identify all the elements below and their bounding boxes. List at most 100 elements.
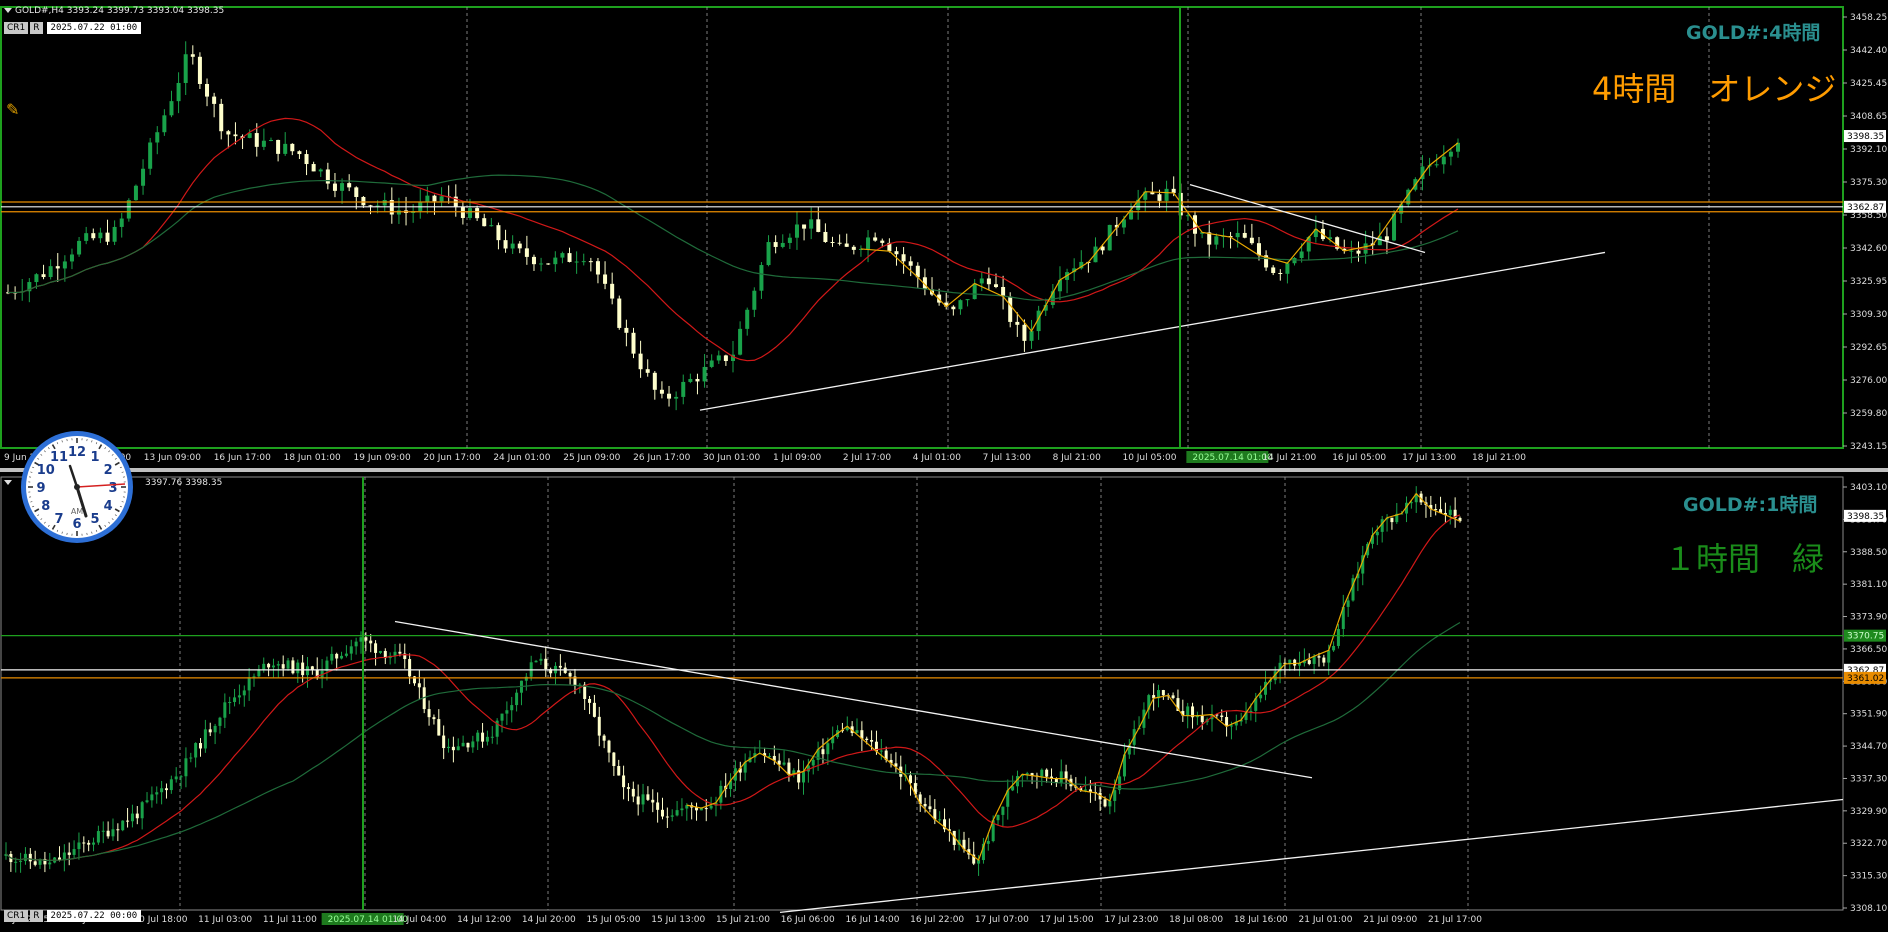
candle-body [581,261,586,263]
candle-body [437,719,441,736]
candle-body [160,788,164,793]
candle-body [865,738,869,741]
candle-body [1186,706,1190,716]
candle-body [276,139,281,154]
dropdown-triangle-icon[interactable] [4,480,12,485]
price-axis-label: 3342.60 [1850,244,1887,254]
clock-numeral: 9 [36,481,45,496]
candle-body [92,842,96,845]
candle-body [544,658,548,670]
candle-body [164,788,168,791]
price-axis-label: 3315.30 [1850,872,1887,882]
candle-body [709,360,714,367]
candle-body [485,736,489,742]
candle-body [291,660,295,674]
candle-body [1327,650,1331,663]
candle-body [534,660,538,663]
time-axis-label: 16 Jul 05:00 [1332,453,1386,463]
price-axis-label: 3322.70 [1850,839,1887,849]
time-axis-label: 1 Jul 09:00 [773,453,822,463]
candle-body [866,237,871,249]
dropdown-triangle-icon[interactable] [4,8,12,13]
time-axis-label: 21 Jul 01:00 [1299,915,1353,925]
candle-body [174,776,178,780]
candle-body [1161,690,1165,696]
price-axis-label: 3337.30 [1850,774,1887,784]
h1-chart-pane[interactable]: 3403.103395.703388.503381.103373.903366.… [0,472,1888,932]
candle-body [121,820,125,831]
candle-body [612,752,616,767]
h1-subtitle: １時間 緑 [1664,540,1825,578]
candle-body [972,283,977,300]
h4-chart-pane[interactable]: 3458.25 3442.40 3425.45 3408.65 3392.10 3375.… [0,0,1888,468]
candle-body [254,133,259,147]
time-axis-label: 24 Jun 01:00 [493,453,550,463]
candle-body [311,164,316,172]
candle-body [111,829,115,837]
candle-body [218,717,222,726]
candle-body [894,251,899,255]
candle-body [667,393,672,399]
candle-body [1171,695,1175,699]
clock-numeral: 1 [90,450,99,465]
candle-body [305,666,309,676]
candle-body [267,663,271,668]
candle-body [1448,151,1453,157]
h1-cr1-button[interactable]: CR1 [4,910,29,922]
time-axis-label: 26 Jun 17:00 [633,453,690,463]
h4-cursor-datetime: 2025.07.22 01:00 [46,22,142,34]
candle-body [330,653,334,661]
candle-body [283,143,288,154]
candle-body [183,54,188,83]
candle-body [451,746,455,751]
h1-chart-canvas[interactable]: 3403.103395.703388.503381.103373.903366.… [0,472,1888,932]
candle-body [923,803,927,807]
time-axis-label: 15 Jul 21:00 [716,915,770,925]
candle-body [738,328,743,355]
candle-body [965,299,970,301]
price-tag-label: 3370.75 [1847,632,1884,642]
candle-body [622,775,626,788]
time-axis-label: 16 Jul 22:00 [910,915,964,925]
time-axis-label: 21 Jul 17:00 [1428,915,1482,925]
clock-numeral: 10 [37,463,55,478]
time-axis-label: 14 Jul 20:00 [522,915,576,925]
candle-body [1164,188,1169,201]
h4-cr1-button[interactable]: CR1 [4,22,29,34]
candle-body [148,142,153,169]
candle-body [382,199,387,206]
candle-body [517,243,522,249]
candle-body [986,278,991,285]
time-axis-label: 2025.07.14 01:00 [1192,453,1273,463]
candle-body [709,805,713,809]
time-axis-label: 14 Jul 12:00 [457,915,511,925]
candle-body [1008,296,1013,322]
candle-body [567,253,572,262]
time-axis-label: 18 Jun 01:00 [284,453,341,463]
candle-body [539,658,543,661]
candle-body [1022,324,1027,341]
candle-body [468,208,473,218]
candle-body [190,54,195,57]
h4-chart-title: GOLD#:4時間 [1686,22,1821,44]
price-axis-label: 3243.15 [1850,442,1887,452]
candle-body [145,800,149,803]
candle-body [482,218,487,227]
pen-icon[interactable]: ✎ [6,100,19,119]
candle-body [77,240,82,255]
clock-numeral: 5 [90,512,99,527]
price-axis-label: 3373.90 [1850,613,1887,623]
time-axis-label: 15 Jul 13:00 [651,915,705,925]
candle-body [695,378,700,382]
h1-r-button[interactable]: R [30,910,43,922]
candle-body [651,799,655,803]
time-axis-label: 8 Jul 21:00 [1053,453,1102,463]
candle-body [205,83,210,97]
candle-body [996,814,1000,821]
time-axis-label: 16 Jun 17:00 [214,453,271,463]
h4-r-button[interactable]: R [30,22,43,34]
candle-body [496,225,501,241]
candle-body [268,139,273,141]
candle-body [1249,237,1254,244]
candle-body [695,807,699,811]
